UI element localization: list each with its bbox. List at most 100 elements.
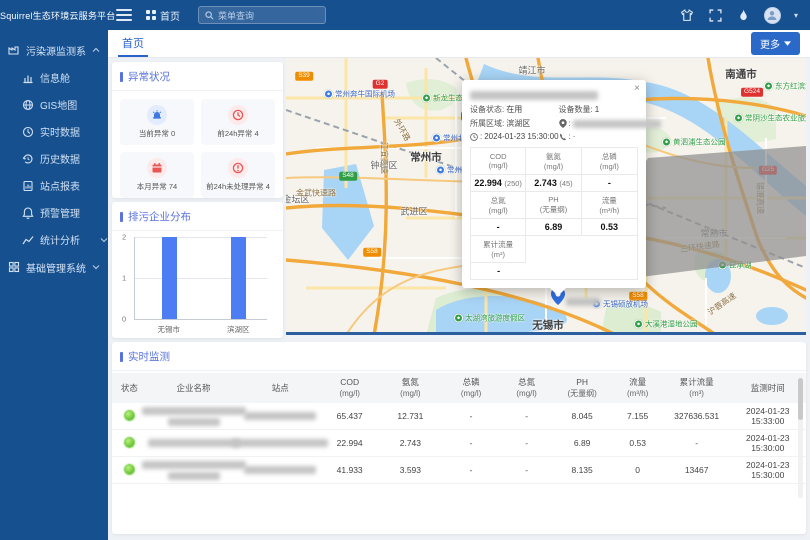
map-poi-leaf[interactable]: ●东方红滨江风光带: [764, 81, 806, 92]
sidebar-nav: 污染源监测系统信息舱GIS地图实时数据历史数据站点报表预警管理统计分析基础管理系…: [0, 30, 108, 540]
column-header: 站点: [240, 383, 320, 394]
more-button[interactable]: 更多: [751, 32, 800, 55]
tab-home[interactable]: 首页: [118, 30, 148, 57]
theme-shirt-icon[interactable]: [680, 8, 695, 23]
map-city-label: 无锡市: [532, 318, 564, 333]
sidebar-item-0-2[interactable]: 实时数据: [0, 118, 108, 145]
metric-value: 22.994 (250): [471, 175, 526, 192]
table-row-0[interactable]: 65.43712.731--8.0457.155327636.5312024-0…: [112, 403, 806, 430]
stat-card-label: 前24h异常 4: [217, 128, 258, 139]
flame-icon[interactable]: [736, 8, 751, 23]
value-cell: -: [442, 462, 501, 478]
time-field: :2024-01-23 15:30:00: [470, 132, 559, 141]
train-icon: ●: [436, 166, 445, 175]
column-header: 总氮(mg/l): [501, 377, 553, 399]
sidebar-item-0-5[interactable]: 预警管理: [0, 199, 108, 226]
redacted-marker-label: [566, 298, 600, 306]
value-cell: 327636.531: [664, 408, 730, 424]
popup-metrics-table: COD(mg/l)氨氮(mg/l)总磷(mg/l)22.994 (250)2.7…: [470, 147, 638, 280]
distribution-bar-chart: 0 1 2 无锡市 滨湖区: [134, 237, 273, 337]
map-poi-leaf[interactable]: ●昆承湖: [718, 260, 752, 271]
status-cell: [112, 434, 147, 453]
device-status-field: 设备状态:在用: [470, 104, 559, 115]
map-poi-leaf[interactable]: ●常阴沙生态农业旅游区: [734, 113, 806, 124]
table-row-2[interactable]: 41.9333.593--8.1350134672024-01-23 15:30…: [112, 457, 806, 484]
popup-close-icon[interactable]: ×: [634, 84, 640, 94]
map-poi-leaf[interactable]: ●大溪港湿地公园: [634, 319, 698, 330]
user-avatar[interactable]: [764, 7, 781, 24]
leaf-icon: ●: [734, 114, 743, 123]
siren-icon: [147, 105, 167, 125]
value-cell: 2.743: [379, 435, 441, 451]
stat-card-0[interactable]: 当前异常 0: [120, 99, 194, 145]
table-scrollbar[interactable]: [798, 378, 803, 498]
dashboard-icon: [22, 72, 34, 84]
table-row-1[interactable]: 22.9942.743--6.890.53-2024-01-23 15:30:0…: [112, 430, 806, 457]
user-menu-chevron-down-icon[interactable]: ▾: [794, 11, 798, 20]
search-icon: [205, 11, 214, 20]
metric-header: 累计流量(m³): [471, 236, 526, 263]
road-number-badge: S58: [363, 248, 381, 257]
chevron-down-icon: [100, 237, 108, 243]
y-axis-tick: 0: [122, 315, 126, 324]
map-city-label: 常熟市: [700, 227, 727, 240]
map-poi-leaf[interactable]: ●太湖湾旅游度假区: [454, 313, 525, 324]
map-poi-plane[interactable]: ●无锡硕放机场: [592, 299, 648, 310]
redacted-company-name: [147, 458, 241, 483]
map-road-label: 锡澄高速: [755, 182, 766, 214]
sidebar-item-0-1[interactable]: GIS地图: [0, 91, 108, 118]
metric-value: -: [471, 263, 526, 279]
road-number-badge: G25: [759, 166, 777, 175]
siren-icon: [151, 109, 163, 121]
leaf-icon: ●: [454, 314, 463, 323]
redacted-address: [573, 120, 661, 128]
fullscreen-icon[interactable]: [708, 8, 723, 23]
value-cell: -: [442, 408, 501, 424]
value-cell: 13467: [664, 462, 730, 478]
stats-icon: [22, 234, 34, 246]
map-poi-leaf[interactable]: ●黄泗浦生态公园: [662, 137, 726, 148]
topbar: Squirrel生态环境云服务平台 首页 菜单查询 ▾: [0, 0, 810, 30]
stat-card-2[interactable]: 本月异常 74: [120, 152, 194, 198]
metric-value: 0.53: [582, 219, 637, 236]
sidebar-item-label: 历史数据: [40, 151, 108, 166]
column-header: 企业名称: [147, 383, 241, 394]
map-city-label: 靖江市: [518, 64, 545, 77]
phone-icon: [559, 133, 567, 141]
sidebar-item-0-4[interactable]: 站点报表: [0, 172, 108, 199]
topbar-home-link[interactable]: 首页: [146, 8, 180, 23]
value-cell: 0.53: [612, 435, 664, 451]
address-field: :: [559, 118, 661, 129]
redacted-station-name: [240, 409, 320, 423]
value-cell: 2024-01-23 15:33:00: [730, 403, 806, 429]
leaf-icon: ●: [662, 138, 671, 147]
more-label: 更多: [760, 36, 780, 51]
value-cell: -: [501, 462, 553, 478]
stat-card-3[interactable]: 前24h未处理异常 4: [201, 152, 275, 198]
gis-map[interactable]: 靖江市南通市常州市钟楼区武进区金坛区常熟市无锡市金武快速路三环快速路沪蓉高速江宜…: [286, 58, 806, 335]
hamburger-menu-icon[interactable]: [116, 9, 132, 21]
stat-card-1[interactable]: 前24h异常 4: [201, 99, 275, 145]
phone-field: :·: [559, 132, 661, 141]
value-cell: 41.933: [320, 462, 379, 478]
chevron-down-icon: [784, 41, 791, 46]
chart-panel-title: 排污企业分布: [112, 202, 283, 231]
menu-search-input[interactable]: 菜单查询: [198, 6, 326, 24]
sidebar-group-0[interactable]: 污染源监测系统: [0, 36, 108, 64]
value-cell: 0: [612, 462, 664, 478]
map-city-label: 武进区: [400, 205, 427, 218]
value-cell: 2024-01-23 15:30:00: [730, 430, 806, 456]
sidebar-item-0-0[interactable]: 信息舱: [0, 64, 108, 91]
metric-value: -: [582, 175, 637, 192]
sidebar-item-0-3[interactable]: 历史数据: [0, 145, 108, 172]
sidebar-group-label: 基础管理系统: [26, 260, 86, 275]
metric-value: -: [471, 219, 526, 236]
warning-icon: [232, 162, 244, 174]
map-poi-plane[interactable]: ●常州奔牛国际机场: [324, 89, 395, 100]
region-field: 所属区域:滨湖区: [470, 118, 559, 129]
value-cell: -: [501, 408, 553, 424]
sidebar-item-0-6[interactable]: 统计分析: [0, 226, 108, 253]
value-cell: 65.437: [320, 408, 379, 424]
sidebar-group-1[interactable]: 基础管理系统: [0, 253, 108, 281]
column-header: 总磷(mg/l): [442, 377, 501, 399]
